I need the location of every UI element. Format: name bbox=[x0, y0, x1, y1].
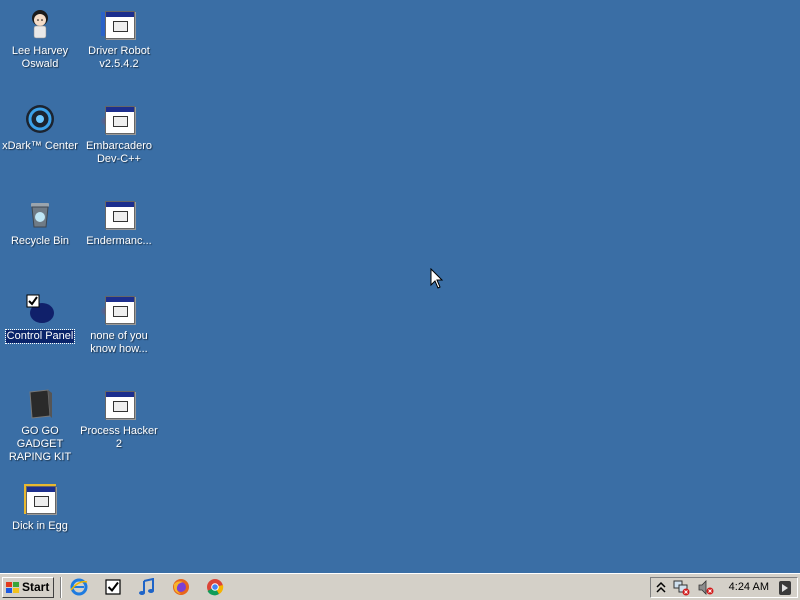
music-icon[interactable] bbox=[138, 578, 156, 596]
show-hidden-icons-chevron-icon[interactable] bbox=[656, 581, 666, 594]
desktop-icon-label: Driver Robot v2.5.4.2 bbox=[88, 45, 150, 70]
program-icon: •• bbox=[100, 103, 138, 135]
desktop-icon-label: Recycle Bin bbox=[10, 235, 70, 247]
program-icon: •• bbox=[100, 293, 138, 325]
program-icon: •• bbox=[24, 483, 56, 515]
desktop-icon-label: Control Panel bbox=[4, 329, 76, 344]
desktop-icon-label: GO GO GADGET RAPING KIT bbox=[8, 425, 72, 463]
xdark-icon bbox=[24, 103, 56, 135]
volume-muted-icon[interactable] bbox=[697, 580, 715, 596]
control-panel-icon bbox=[24, 293, 56, 325]
start-button[interactable]: Start bbox=[2, 577, 54, 598]
desktop-icon-label: Dick in Egg bbox=[12, 520, 68, 532]
internet-explorer-icon[interactable] bbox=[70, 578, 88, 596]
taskbar-separator bbox=[60, 577, 62, 598]
system-tray: 4:24 AM bbox=[650, 577, 798, 598]
start-label: Start bbox=[22, 580, 50, 594]
desktop-icon-control-panel[interactable]: Control Panel bbox=[0, 287, 80, 344]
clock[interactable]: 4:24 AM bbox=[729, 581, 769, 593]
desktop-icon-endermanch[interactable]: •• Endermanc... bbox=[79, 192, 159, 249]
windows-logo-icon bbox=[6, 582, 19, 593]
mouse-cursor-icon bbox=[430, 268, 444, 289]
recycle-bin-icon bbox=[24, 198, 56, 230]
program-icon: •• bbox=[103, 198, 135, 230]
network-error-icon[interactable] bbox=[673, 580, 691, 596]
desktop-icon-label: xDark™ Center bbox=[2, 140, 78, 152]
firefox-icon[interactable] bbox=[172, 578, 190, 596]
desktop-icon-xdark-center[interactable]: xDark™ Center bbox=[0, 97, 80, 154]
program-icon: •• bbox=[101, 8, 135, 40]
chrome-icon[interactable] bbox=[206, 578, 224, 596]
desktop-icon-label: Embarcadero Dev-C++ bbox=[85, 140, 153, 165]
checkbox-app-icon[interactable] bbox=[104, 578, 122, 596]
program-icon: •• bbox=[103, 388, 135, 420]
desktop-icon-dick-in-egg[interactable]: •• Dick in Egg bbox=[0, 477, 80, 534]
desktop-icon-label: Endermanc... bbox=[86, 235, 152, 247]
desktop-icon-process-hacker[interactable]: •• Process Hacker 2 bbox=[79, 382, 159, 452]
desktop-icon-lee-harvey-oswald[interactable]: Lee Harvey Oswald bbox=[0, 2, 80, 72]
desktop-icon-go-go-gadget[interactable]: GO GO GADGET RAPING KIT bbox=[0, 382, 80, 465]
taskbar: Start 4:24 AM bbox=[0, 573, 800, 600]
tray-app-icon[interactable] bbox=[778, 580, 792, 596]
desktop[interactable]: Lee Harvey Oswald xDark™ Center Recycle … bbox=[0, 0, 800, 573]
character-icon bbox=[24, 8, 56, 40]
desktop-icon-label: Process Hacker 2 bbox=[80, 425, 158, 450]
black-box-icon bbox=[24, 388, 56, 420]
desktop-icon-label: none of you know how... bbox=[90, 330, 148, 355]
desktop-icon-driver-robot[interactable]: •• Driver Robot v2.5.4.2 bbox=[79, 2, 159, 72]
desktop-icon-embarcadero-dev-cpp[interactable]: •• Embarcadero Dev-C++ bbox=[79, 97, 159, 167]
desktop-icon-label: Lee Harvey Oswald bbox=[11, 45, 69, 70]
desktop-icon-recycle-bin[interactable]: Recycle Bin bbox=[0, 192, 80, 249]
desktop-icon-none-of-you-know-how[interactable]: •• none of you know how... bbox=[79, 287, 159, 357]
